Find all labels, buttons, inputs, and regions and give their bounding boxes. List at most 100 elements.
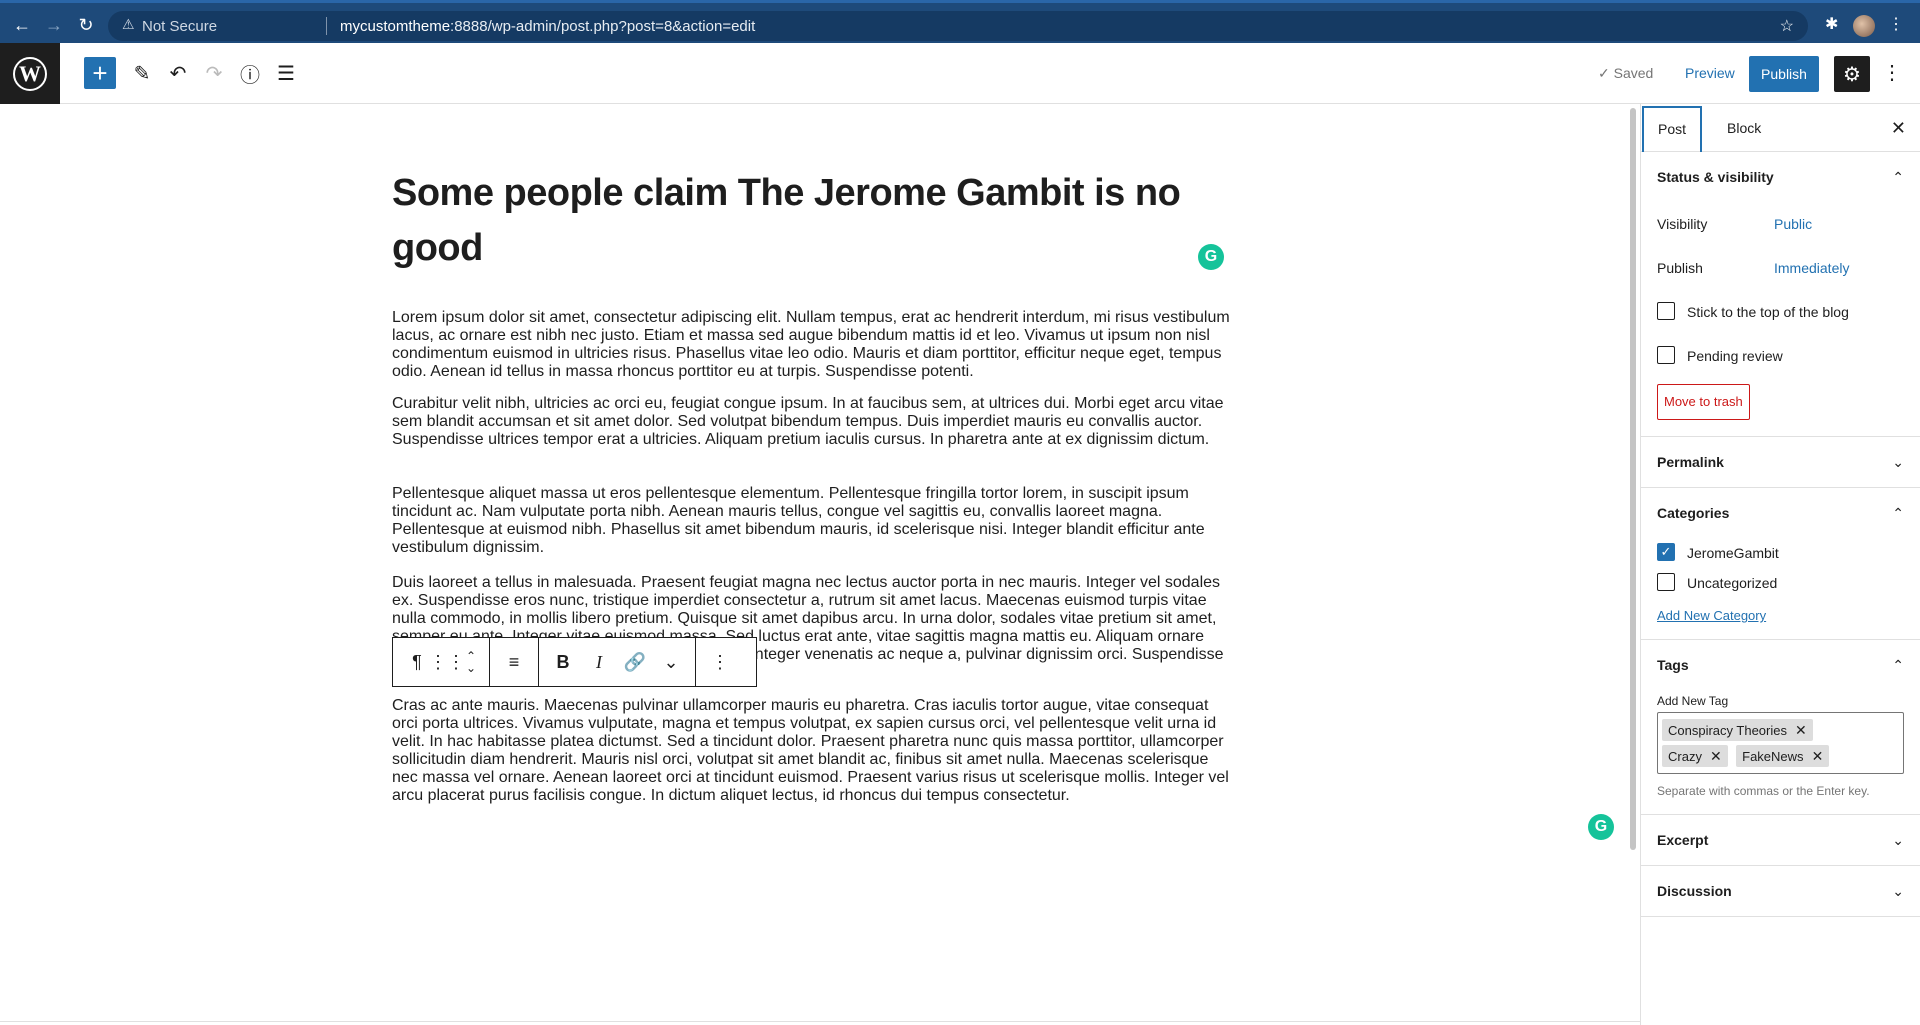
undo-icon[interactable]: ↶ <box>162 57 194 89</box>
category-item[interactable]: Uncategorized <box>1641 568 1920 598</box>
excerpt-panel: Excerpt ⌄ <box>1641 815 1920 866</box>
tag-chip: Conspiracy Theories ✕ <box>1662 719 1813 741</box>
browser-menu-icon[interactable]: ⋮ <box>1888 13 1904 37</box>
panel-heading-discussion[interactable]: Discussion ⌄ <box>1641 866 1920 916</box>
back-icon[interactable]: ← <box>10 13 34 37</box>
chevron-up-icon: ⌃ <box>1892 657 1904 673</box>
panel-heading-status[interactable]: Status & visibility ⌃ <box>1641 152 1920 202</box>
not-secure-label: Not Secure <box>142 18 218 35</box>
add-tag-label: Add New Tag <box>1657 694 1729 708</box>
close-icon[interactable]: ✕ <box>1891 118 1906 139</box>
grammarly-icon[interactable]: G <box>1198 244 1224 270</box>
status-visibility-panel: Status & visibility ⌃ Visibility Public Pu… <box>1641 152 1920 437</box>
saved-label: Saved <box>1613 65 1654 81</box>
settings-sidebar: Post Block ✕ Status & visibility ⌃ Visibi… <box>1640 104 1920 1025</box>
address-separator <box>326 17 327 35</box>
paragraph-block[interactable]: Curabitur velit nibh, ultricies ac orci … <box>392 395 1232 449</box>
bottom-divider <box>0 1021 1640 1022</box>
extensions-icon[interactable]: ✱ <box>1825 13 1838 37</box>
pending-review-row[interactable]: Pending review <box>1641 334 1920 378</box>
panel-heading-permalink[interactable]: Permalink ⌄ <box>1641 437 1920 487</box>
tab-block[interactable]: Block <box>1713 104 1775 152</box>
wordpress-icon: W <box>13 56 47 91</box>
saved-status: ✓ Saved <box>1598 65 1653 82</box>
visibility-row: Visibility Public <box>1641 202 1920 246</box>
sidebar-tabs: Post Block ✕ <box>1641 104 1920 152</box>
edit-tools-icon[interactable]: ✎ <box>126 57 158 89</box>
warning-icon: ⚠ <box>122 16 135 32</box>
add-block-button[interactable]: + <box>84 57 116 89</box>
align-icon[interactable]: ≡ <box>496 638 532 686</box>
url-host: mycustomtheme <box>340 18 451 35</box>
chevron-up-icon: ⌃ <box>1892 505 1904 521</box>
visibility-label: Visibility <box>1657 216 1708 232</box>
category-checkbox[interactable] <box>1657 573 1675 592</box>
wordpress-logo[interactable]: W <box>0 43 60 104</box>
remove-tag-icon[interactable]: ✕ <box>1795 722 1807 738</box>
paragraph-block[interactable]: Cras ac ante mauris. Maecenas pulvinar u… <box>392 697 1232 805</box>
address-bar[interactable]: ⚠ Not Secure mycustomtheme:8888/wp-admin… <box>108 11 1808 41</box>
chevron-down-icon: ⌄ <box>1892 454 1904 470</box>
block-toolbar: ¶ ⋮⋮ ⌃ ⌄ ≡ B I 🔗 ⌄ ⋮ <box>392 637 757 687</box>
tag-chip: Crazy ✕ <box>1662 745 1728 767</box>
move-to-trash-button[interactable]: Move to trash <box>1657 384 1750 420</box>
pending-review-label: Pending review <box>1687 348 1783 364</box>
stick-to-top-checkbox[interactable] <box>1657 302 1675 321</box>
categories-panel: Categories ⌃ ✓ JeromeGambit Uncategorized … <box>1641 488 1920 640</box>
info-icon[interactable]: ⓘ <box>234 57 266 89</box>
editor-header: W + ✎ ↶ ↷ ⓘ ☰ ✓ Saved Preview Publish ⚙ … <box>0 43 1920 104</box>
editor-canvas: Some people claim The Jerome Gambit is n… <box>0 104 1630 1025</box>
bookmark-star-icon[interactable]: ☆ <box>1780 16 1794 36</box>
paragraph-block[interactable]: Pellentesque aliquet massa ut eros pelle… <box>392 485 1232 557</box>
add-new-category-link[interactable]: Add New Category <box>1641 598 1920 639</box>
remove-tag-icon[interactable]: ✕ <box>1710 748 1722 764</box>
grammarly-icon[interactable]: G <box>1588 814 1614 840</box>
paragraph-block[interactable]: Lorem ipsum dolor sit amet, consectetur … <box>392 309 1232 381</box>
remove-tag-icon[interactable]: ✕ <box>1812 748 1824 764</box>
pending-review-checkbox[interactable] <box>1657 346 1675 365</box>
redo-icon[interactable]: ↷ <box>198 57 230 89</box>
more-options-icon[interactable]: ⋮ <box>702 638 738 686</box>
browser-toolbar: ← → ↻ ⚠ Not Secure mycustomtheme:8888/wp… <box>0 0 1920 43</box>
stick-to-top-label: Stick to the top of the blog <box>1687 304 1849 320</box>
settings-gear-icon[interactable]: ⚙ <box>1834 56 1870 92</box>
panel-heading-excerpt[interactable]: Excerpt ⌄ <box>1641 815 1920 865</box>
stick-to-top-row[interactable]: Stick to the top of the blog <box>1641 290 1920 334</box>
profile-avatar[interactable] <box>1853 15 1875 37</box>
chevron-up-icon: ⌃ <box>1892 169 1904 185</box>
options-menu-icon[interactable]: ⋮ <box>1880 57 1904 89</box>
panel-heading-categories[interactable]: Categories ⌃ <box>1641 488 1920 538</box>
italic-icon[interactable]: I <box>581 638 617 686</box>
url-text[interactable]: mycustomtheme:8888/wp-admin/post.php?pos… <box>340 18 755 35</box>
bold-icon[interactable]: B <box>545 638 581 686</box>
chevron-down-icon[interactable]: ⌄ <box>653 638 689 686</box>
publish-label: Publish <box>1657 260 1703 276</box>
discussion-panel: Discussion ⌄ <box>1641 866 1920 917</box>
preview-button[interactable]: Preview <box>1685 65 1735 81</box>
tags-help-text: Separate with commas or the Enter key. <box>1657 784 1870 798</box>
url-path: :8888/wp-admin/post.php?post=8&action=ed… <box>450 18 756 35</box>
move-up-down-icon[interactable]: ⌃ ⌄ <box>459 638 483 686</box>
chevron-down-icon: ⌄ <box>1892 883 1904 899</box>
tag-chip: FakeNews ✕ <box>1736 745 1830 767</box>
link-icon[interactable]: 🔗 <box>617 638 653 686</box>
post-title[interactable]: Some people claim The Jerome Gambit is n… <box>392 166 1252 276</box>
category-checkbox-checked[interactable]: ✓ <box>1657 543 1675 562</box>
category-item[interactable]: ✓ JeromeGambit <box>1641 538 1920 568</box>
reload-icon[interactable]: ↻ <box>74 13 98 37</box>
publish-button[interactable]: Publish <box>1749 56 1819 92</box>
permalink-panel: Permalink ⌄ <box>1641 437 1920 488</box>
tab-post[interactable]: Post <box>1642 106 1703 152</box>
visibility-value[interactable]: Public <box>1774 202 1812 246</box>
forward-icon[interactable]: → <box>42 13 66 37</box>
publish-row: Publish Immediately <box>1641 246 1920 290</box>
publish-date-value[interactable]: Immediately <box>1774 246 1849 290</box>
panel-heading-tags[interactable]: Tags ⌃ <box>1641 640 1920 690</box>
category-label: JeromeGambit <box>1687 545 1779 561</box>
chevron-down-icon: ⌄ <box>1892 832 1904 848</box>
drag-handle-icon[interactable]: ⋮⋮ <box>429 638 465 686</box>
tag-input[interactable]: Conspiracy Theories ✕ Crazy ✕ FakeNews ✕ <box>1657 712 1904 774</box>
editor-scrollbar[interactable] <box>1630 108 1636 850</box>
check-icon: ✓ <box>1598 65 1610 81</box>
list-view-icon[interactable]: ☰ <box>270 57 302 89</box>
